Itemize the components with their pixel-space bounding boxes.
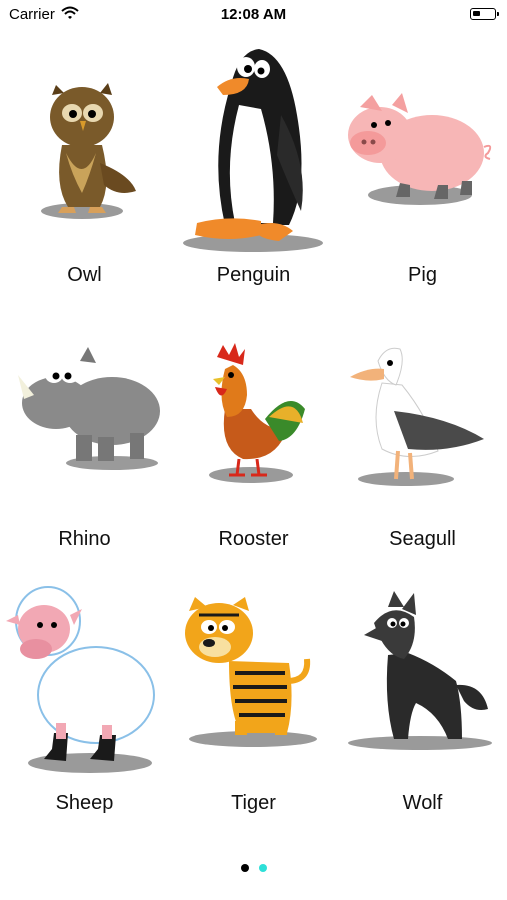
page-dot[interactable] <box>258 864 267 872</box>
animal-tile-penguin[interactable]: Penguin <box>169 35 338 299</box>
sheep-icon <box>6 586 155 773</box>
battery-icon <box>470 8 499 20</box>
tiger-icon <box>185 597 317 747</box>
animal-tile-rooster[interactable]: Rooster <box>169 299 338 563</box>
animal-tile-sheep[interactable]: Sheep <box>0 563 169 827</box>
animal-label: Owl <box>67 264 102 286</box>
animal-tile-rhino[interactable]: Rhino <box>0 299 169 563</box>
animal-tile-owl[interactable]: Owl <box>0 35 169 299</box>
animal-label: Wolf <box>402 792 443 814</box>
seagull-icon <box>350 347 484 486</box>
animal-label: Pig <box>408 264 437 286</box>
status-time: 12:08 AM <box>220 6 287 23</box>
rhino-icon <box>18 347 160 470</box>
animal-tile-tiger[interactable]: Tiger <box>169 563 338 827</box>
animal-label: Rhino <box>58 528 111 550</box>
animal-tile-seagull[interactable]: Seagull <box>338 299 507 563</box>
animal-label: Sheep <box>55 792 114 814</box>
animal-label: Tiger <box>231 792 276 814</box>
pig-icon <box>348 93 492 205</box>
animal-label: Seagull <box>389 528 456 550</box>
animal-tile-pig[interactable]: Pig <box>338 35 507 299</box>
wolf-icon <box>348 591 492 750</box>
page-indicator[interactable] <box>0 859 507 872</box>
rooster-icon <box>209 343 305 483</box>
animal-tile-wolf[interactable]: Wolf <box>338 563 507 827</box>
animal-label: Penguin <box>216 264 291 286</box>
status-bar: Carrier 12:08 AM <box>0 0 507 28</box>
penguin-icon <box>183 49 323 252</box>
owl-icon <box>41 83 136 219</box>
page-dot-active[interactable] <box>240 864 249 872</box>
animal-label: Rooster <box>218 528 289 550</box>
